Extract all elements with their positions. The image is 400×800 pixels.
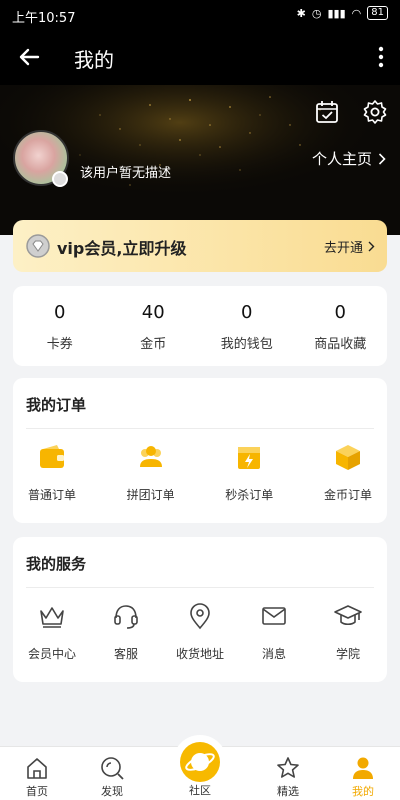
more-menu-icon[interactable] — [376, 46, 386, 68]
package-icon — [335, 445, 360, 470]
stat-value: 40 — [141, 302, 165, 323]
my-orders-card: 我的订单 普通订单 拼团订单 秒杀订单 金币订单 — [13, 378, 387, 523]
tab-label: 我的 — [352, 785, 374, 798]
stat-wallet[interactable]: 0 我的钱包 — [200, 286, 294, 366]
vip-activate-button[interactable]: 去开通 — [324, 237, 375, 256]
group-icon — [139, 446, 162, 467]
order-label: 普通订单 — [27, 488, 76, 502]
stat-label: 卡券 — [46, 337, 73, 352]
service-label: 消息 — [261, 647, 286, 661]
tab-label: 社区 — [189, 784, 211, 797]
tab-mine[interactable]: 我的 — [333, 755, 393, 799]
location-icon — [190, 603, 210, 630]
order-label: 拼团订单 — [126, 488, 175, 502]
stat-value: 0 — [334, 302, 346, 323]
order-coins[interactable]: 金币订单 — [311, 442, 385, 503]
wallet-icon — [40, 445, 64, 468]
stat-value: 0 — [241, 302, 253, 323]
profile-link-label: 个人主页 — [311, 150, 372, 168]
divider — [26, 428, 374, 429]
orders-title: 我的订单 — [26, 396, 87, 414]
service-label: 客服 — [113, 647, 138, 661]
order-group[interactable]: 拼团订单 — [114, 442, 188, 503]
stat-label: 我的钱包 — [220, 337, 273, 352]
headset-icon — [114, 605, 138, 629]
tab-community[interactable] — [173, 735, 227, 789]
service-address[interactable]: 收货地址 — [163, 601, 237, 662]
gear-icon[interactable] — [362, 99, 388, 125]
stat-label: 商品收藏 — [314, 337, 367, 352]
tab-label: 首页 — [26, 785, 48, 798]
service-messages[interactable]: 消息 — [237, 601, 311, 662]
signal-icon: ▮▮▮ — [327, 6, 346, 20]
status-time: 上午10:57 — [12, 11, 76, 26]
stats-card: 0 卡券 40 金币 0 我的钱包 0 商品收藏 — [13, 286, 387, 366]
back-arrow-icon[interactable] — [16, 44, 42, 70]
page-title: 我的 — [74, 48, 114, 72]
order-normal[interactable]: 普通订单 — [15, 442, 89, 503]
vip-medal-icon — [26, 234, 50, 258]
status-bar: 上午10:57 ✱ ◷ ▮▮▮ ◠ 81 — [0, 0, 400, 30]
profile-homepage-link[interactable]: 个人主页 — [312, 148, 386, 169]
tab-label: 精选 — [277, 785, 299, 798]
alarm-icon: ◷ — [311, 6, 322, 20]
order-flash-sale[interactable]: 秒杀订单 — [212, 442, 286, 503]
flash-sale-icon — [238, 447, 261, 469]
service-academy[interactable]: 学院 — [311, 601, 385, 662]
service-label: 学院 — [335, 647, 360, 661]
stat-value: 0 — [54, 302, 66, 323]
discover-icon — [101, 757, 124, 780]
home-icon — [27, 758, 47, 779]
chevron-right-icon — [378, 152, 386, 165]
services-grid: 会员中心 客服 收货地址 消息 学院 — [13, 601, 387, 662]
my-services-card: 我的服务 会员中心 客服 收货地址 消息 学院 — [13, 537, 387, 682]
orders-grid: 普通订单 拼团订单 秒杀订单 金币订单 — [13, 442, 387, 503]
tab-featured[interactable]: 精选 — [258, 755, 318, 799]
avatar-badge — [52, 171, 68, 187]
vip-banner[interactable]: vip会员,立即升级 去开通 — [13, 220, 387, 272]
calendar-checkin-icon[interactable] — [314, 99, 340, 125]
bottom-tab-bar: 首页 发现 社区 精选 我的 — [0, 735, 400, 800]
order-label: 金币订单 — [323, 488, 372, 502]
chevron-right-icon — [368, 241, 375, 252]
bluetooth-icon: ✱ — [296, 6, 306, 20]
tab-discover[interactable]: 发现 — [82, 755, 142, 799]
profile-header: 该用户暂无描述 个人主页 — [0, 85, 400, 235]
divider — [26, 587, 374, 588]
app-bar: 我的 — [0, 30, 400, 85]
wifi-icon: ◠ — [351, 6, 362, 20]
status-icons: ✱ ◷ ▮▮▮ ◠ 81 — [297, 6, 388, 20]
services-title: 我的服务 — [26, 555, 87, 573]
graduation-cap-icon — [334, 605, 362, 626]
mail-icon — [262, 607, 286, 625]
star-icon — [277, 757, 299, 778]
stat-favorites[interactable]: 0 商品收藏 — [294, 286, 388, 366]
vip-activate-label: 去开通 — [323, 241, 363, 256]
user-icon — [353, 757, 373, 779]
tab-home[interactable]: 首页 — [7, 755, 67, 799]
user-description: 该用户暂无描述 — [80, 166, 172, 181]
vip-upgrade-text: vip会员,立即升级 — [57, 239, 187, 258]
tab-label: 发现 — [101, 785, 123, 798]
service-label: 收货地址 — [175, 647, 224, 661]
crown-icon — [40, 607, 64, 628]
stat-coins[interactable]: 40 金币 — [107, 286, 201, 366]
service-customer-support[interactable]: 客服 — [89, 601, 163, 662]
order-label: 秒杀订单 — [225, 488, 274, 502]
service-label: 会员中心 — [27, 647, 76, 661]
planet-icon — [180, 742, 220, 782]
battery-icon: 81 — [367, 6, 388, 20]
stat-label: 金币 — [140, 337, 167, 352]
stat-coupons[interactable]: 0 卡券 — [13, 286, 107, 366]
service-member-center[interactable]: 会员中心 — [15, 601, 89, 662]
